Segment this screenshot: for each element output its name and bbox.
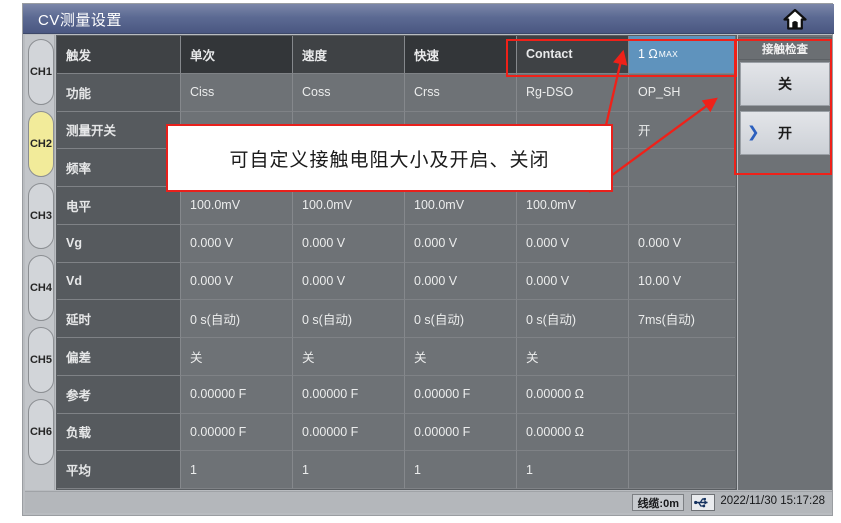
table-cell[interactable]: 0 s(自动) (405, 300, 517, 338)
cable-length-badge: 线缆:0m (632, 494, 684, 511)
table-cell[interactable]: 0 s(自动) (293, 300, 405, 338)
table-row-label[interactable]: 延时 (57, 300, 181, 338)
side-panel: 接触检查 关 ❯ 开 (738, 35, 832, 490)
table-row-label[interactable]: 频率 (57, 149, 181, 187)
table-cell[interactable]: 0.000 V (629, 224, 735, 263)
table-cell[interactable]: 0.00000 Ω (517, 413, 629, 452)
table-cell[interactable]: 100.0mV (405, 187, 517, 225)
table-cell[interactable]: 100.0mV (181, 187, 293, 225)
table-header-cell[interactable]: 快速 (405, 36, 517, 74)
table-cell[interactable] (629, 451, 735, 489)
table-cell[interactable]: 关 (181, 338, 293, 376)
table-cell[interactable]: 关 (293, 338, 405, 376)
table-cell[interactable]: Crss (405, 73, 517, 112)
table-row-label[interactable]: 平均 (57, 451, 181, 489)
channel-button-ch4[interactable]: CH4 (28, 255, 54, 321)
table-cell[interactable]: 0.00000 Ω (517, 375, 629, 414)
table-cell[interactable]: Coss (293, 73, 405, 112)
table-cell[interactable]: 0 s(自动) (517, 300, 629, 338)
table-cell[interactable]: 100.0mV (293, 187, 405, 225)
table-cell[interactable]: 0.000 V (517, 262, 629, 301)
table-cell[interactable]: 0.00000 F (405, 375, 517, 414)
table-cell[interactable] (629, 338, 735, 376)
table-row-label[interactable]: 偏差 (57, 338, 181, 376)
table-row-label[interactable]: Vg (57, 224, 181, 263)
table-cell[interactable] (629, 149, 735, 187)
table-cell[interactable]: 关 (517, 338, 629, 376)
table-cell[interactable]: 0.00000 F (181, 375, 293, 414)
contact-threshold-value: 1 Ω (638, 47, 658, 62)
table-header-cell-contact-value[interactable]: 1 Ω MAX (629, 36, 735, 74)
table-cell[interactable]: Ciss (181, 73, 293, 112)
table-cell[interactable]: 100.0mV (517, 187, 629, 225)
side-panel-title: 接触检查 (738, 37, 832, 60)
channel-button-ch6[interactable]: CH6 (28, 399, 54, 465)
table-header-cell[interactable]: 速度 (293, 36, 405, 74)
channel-button-ch1[interactable]: CH1 (28, 39, 54, 105)
contact-check-on-button[interactable]: ❯ 开 (740, 111, 830, 155)
contact-check-off-button[interactable]: 关 (740, 62, 830, 106)
table-cell[interactable]: 0.00000 F (405, 413, 517, 452)
contact-check-on-label: 开 (778, 125, 792, 141)
channel-button-ch5[interactable]: CH5 (28, 327, 54, 393)
instrument-screen: CV测量设置 CH1 CH2 CH3 CH4 CH5 CH6 触发 单次 速度 … (22, 3, 834, 516)
selection-chevron-icon: ❯ (747, 124, 760, 141)
table-cell[interactable]: Rg-DSO (517, 73, 629, 112)
status-bar: 线缆:0m 2022/11/30 15:17:28 (25, 491, 832, 513)
table-cell[interactable]: 关 (405, 338, 517, 376)
annotation-callout: 可自定义接触电阻大小及开启、关闭 (166, 124, 613, 192)
table-cell[interactable]: 0.00000 F (293, 413, 405, 452)
contact-threshold-suffix: MAX (658, 49, 679, 60)
table-cell[interactable]: 0 s(自动) (181, 300, 293, 338)
contact-check-off-label: 关 (778, 76, 792, 92)
table-cell[interactable]: 0.000 V (405, 262, 517, 301)
table-cell[interactable]: 10.00 V (629, 262, 735, 301)
table-header-cell-contact[interactable]: Contact (517, 36, 629, 74)
table-cell[interactable]: 0.00000 F (293, 375, 405, 414)
table-header-cell[interactable]: 触发 (57, 36, 181, 74)
table-cell[interactable]: 开 (629, 111, 735, 150)
title-bar: CV测量设置 (23, 4, 834, 34)
table-row-label[interactable]: Vd (57, 262, 181, 301)
measurement-settings-table: 触发 单次 速度 快速 Contact 1 Ω MAX 功能 Ciss Coss Crs… (56, 35, 737, 490)
table-cell[interactable]: 0.000 V (293, 262, 405, 301)
page-title: CV测量设置 (38, 12, 122, 29)
table-cell[interactable] (629, 187, 735, 225)
table-cell[interactable]: 0.000 V (293, 224, 405, 263)
table-row-label[interactable]: 负载 (57, 413, 181, 452)
table-row-label[interactable]: 参考 (57, 375, 181, 414)
table-cell[interactable]: 0.000 V (181, 262, 293, 301)
table-row-label[interactable]: 功能 (57, 73, 181, 112)
table-cell[interactable]: 0.000 V (517, 224, 629, 263)
timestamp: 2022/11/30 15:17:28 (720, 495, 825, 507)
table-cell[interactable]: 1 (293, 451, 405, 489)
table-cell[interactable]: OP_SH (629, 73, 735, 112)
table-row-label[interactable]: 测量开关 (57, 111, 181, 150)
home-icon[interactable] (783, 8, 807, 30)
table-cell[interactable]: 0.00000 F (181, 413, 293, 452)
table-header-cell[interactable]: 单次 (181, 36, 293, 74)
screenshot-root: CV测量设置 CH1 CH2 CH3 CH4 CH5 CH6 触发 单次 速度 … (0, 0, 841, 523)
channel-rail: CH1 CH2 CH3 CH4 CH5 CH6 (25, 35, 55, 490)
table-cell[interactable]: 1 (181, 451, 293, 489)
table-cell[interactable]: 7ms(自动) (629, 300, 735, 338)
table-cell[interactable]: 1 (517, 451, 629, 489)
table-cell[interactable] (629, 413, 735, 452)
usb-icon (691, 494, 715, 511)
table-row-label[interactable]: 电平 (57, 187, 181, 225)
annotation-callout-text: 可自定义接触电阻大小及开启、关闭 (229, 149, 550, 171)
table-cell[interactable] (629, 375, 735, 414)
table-cell[interactable]: 1 (405, 451, 517, 489)
channel-button-ch3[interactable]: CH3 (28, 183, 54, 249)
table-cell[interactable]: 0.000 V (181, 224, 293, 263)
table-cell[interactable]: 0.000 V (405, 224, 517, 263)
channel-button-ch2[interactable]: CH2 (28, 111, 54, 177)
